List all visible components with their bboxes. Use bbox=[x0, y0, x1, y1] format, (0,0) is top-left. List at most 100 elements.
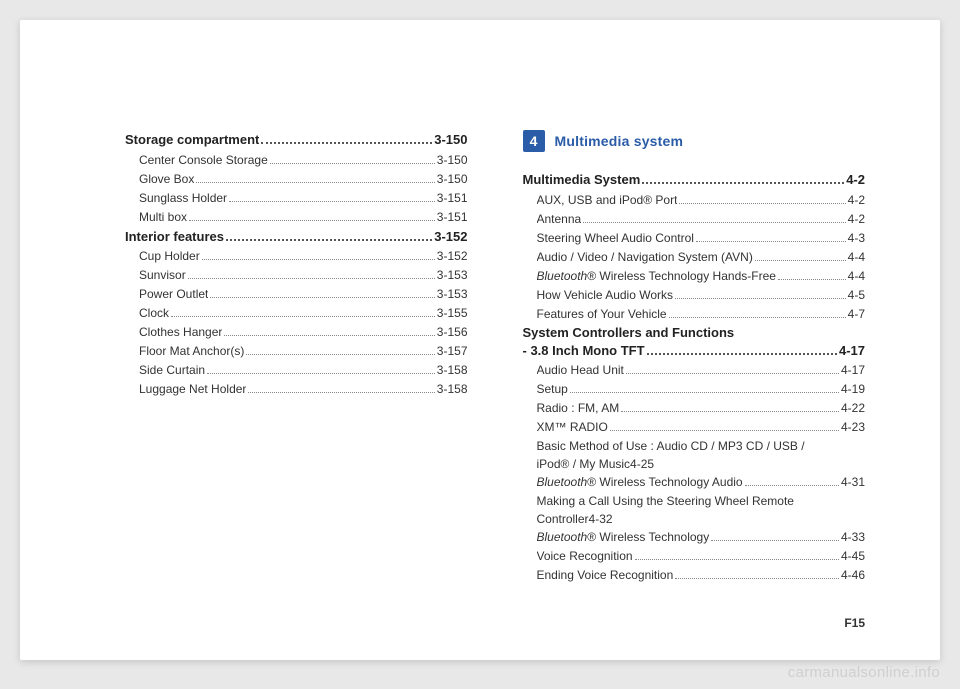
toc-entry-label: XM™ RADIO bbox=[537, 418, 608, 436]
toc-entry-page: 3-157 bbox=[437, 342, 468, 360]
toc-leader-dots bbox=[196, 182, 434, 183]
toc-entry-label: Steering Wheel Audio Control bbox=[537, 229, 694, 247]
toc-sub-entry: Setup 4-19 bbox=[523, 380, 866, 398]
toc-sub-entry: Audio Head Unit4-17 bbox=[523, 361, 866, 379]
toc-leader-dots bbox=[679, 203, 845, 204]
toc-sub-entry: Making a Call Using the Steering Wheel R… bbox=[523, 492, 866, 528]
toc-leader-dots bbox=[210, 297, 434, 298]
toc-entry-page: 4-32 bbox=[589, 510, 613, 528]
toc-entry-label: How Vehicle Audio Works bbox=[537, 286, 674, 304]
toc-leader-dots bbox=[647, 353, 837, 355]
toc-entry-label: Voice Recognition bbox=[537, 547, 633, 565]
toc-leader-dots bbox=[675, 298, 846, 299]
toc-leader-dots bbox=[778, 279, 846, 280]
toc-entry-last-line: Controller4-32 bbox=[537, 510, 866, 528]
toc-entry-page: 3-150 bbox=[437, 151, 468, 169]
toc-sub-entry: Center Console Storage3-150 bbox=[125, 151, 468, 169]
toc-entry-page: 4-5 bbox=[848, 286, 865, 304]
toc-entry-label: Radio : FM, AM bbox=[537, 399, 620, 417]
toc-sub-entry: Glove Box 3-150 bbox=[125, 170, 468, 188]
toc-sub-entry: Luggage Net Holder3-158 bbox=[125, 380, 468, 398]
left-column: Storage compartment 3-150Center Console S… bbox=[125, 130, 468, 585]
toc-entry-label: Features of Your Vehicle bbox=[537, 305, 667, 323]
toc-entry-page: 4-46 bbox=[841, 566, 865, 584]
toc-leader-dots bbox=[248, 392, 434, 393]
right-column: 4 Multimedia system Multimedia System 4-2… bbox=[523, 130, 866, 585]
toc-entry-label: Setup bbox=[537, 380, 568, 398]
toc-entry-page: 4-2 bbox=[846, 170, 865, 190]
section-header: 4 Multimedia system bbox=[523, 130, 866, 152]
toc-entry-page: 3-150 bbox=[434, 130, 467, 150]
toc-entry-page: 4-17 bbox=[841, 361, 865, 379]
toc-entry-label: Storage compartment bbox=[125, 130, 259, 150]
toc-entry-label: Ending Voice Recognition bbox=[537, 566, 674, 584]
toc-entry-page: 4-19 bbox=[841, 380, 865, 398]
toc-leader-dots bbox=[755, 260, 846, 261]
toc-entry-page: 3-155 bbox=[437, 304, 468, 322]
toc-entry-label: Clock bbox=[139, 304, 169, 322]
toc-sub-entry: Cup Holder3-152 bbox=[125, 247, 468, 265]
toc-leader-dots bbox=[583, 222, 845, 223]
toc-entry-label: - 3.8 Inch Mono TFT bbox=[523, 342, 645, 360]
toc-main-entry: Storage compartment 3-150 bbox=[125, 130, 468, 150]
toc-entry-page: 3-152 bbox=[434, 227, 467, 247]
toc-entry-label: Controller bbox=[537, 510, 589, 528]
toc-sub-entry: Sunvisor3-153 bbox=[125, 266, 468, 284]
page-number-footer: F15 bbox=[844, 616, 865, 630]
toc-sub-entry: Ending Voice Recognition 4-46 bbox=[523, 566, 866, 584]
toc-entry-label: Glove Box bbox=[139, 170, 194, 188]
toc-entry-label: Multimedia System bbox=[523, 170, 641, 190]
toc-sub-entry: Bluetooth® Wireless Technology4-33 bbox=[523, 528, 866, 546]
watermark: carmanualsonline.info bbox=[788, 664, 940, 681]
section-title: Multimedia system bbox=[555, 133, 684, 149]
toc-entry-page: 4-22 bbox=[841, 399, 865, 417]
toc-sub-entry: Power Outlet 3-153 bbox=[125, 285, 468, 303]
toc-entry-page: 4-4 bbox=[848, 267, 865, 285]
toc-sub-entry: Multi box3-151 bbox=[125, 208, 468, 226]
toc-entry-page: 3-150 bbox=[437, 170, 468, 188]
toc-entry-label: Power Outlet bbox=[139, 285, 208, 303]
toc-entry-last-line: iPod® / My Music4-25 bbox=[537, 455, 866, 473]
toc-entry-page: 3-158 bbox=[437, 361, 468, 379]
toc-entry-label-line1: Making a Call Using the Steering Wheel R… bbox=[537, 492, 866, 510]
toc-sub-entry: Side Curtain3-158 bbox=[125, 361, 468, 379]
toc-leader-dots bbox=[270, 163, 435, 164]
toc-sub-entry: Floor Mat Anchor(s) 3-157 bbox=[125, 342, 468, 360]
toc-sub-entry: Features of Your Vehicle 4-7 bbox=[523, 305, 866, 323]
toc-entry-label: Sunvisor bbox=[139, 266, 186, 284]
manual-page: Storage compartment 3-150Center Console S… bbox=[20, 20, 940, 660]
toc-entry-label: Antenna bbox=[537, 210, 582, 228]
toc-leader-dots bbox=[224, 335, 434, 336]
toc-sub-entry: Radio : FM, AM 4-22 bbox=[523, 399, 866, 417]
toc-entry-label: Floor Mat Anchor(s) bbox=[139, 342, 244, 360]
toc-entry-label-line1: Basic Method of Use : Audio CD / MP3 CD … bbox=[537, 437, 866, 455]
toc-entry-page: 3-156 bbox=[437, 323, 468, 341]
toc-sub-entry: Basic Method of Use : Audio CD / MP3 CD … bbox=[523, 437, 866, 473]
toc-leader-dots bbox=[202, 259, 435, 260]
toc-sub-entry: Antenna4-2 bbox=[523, 210, 866, 228]
toc-leader-dots bbox=[189, 220, 435, 221]
toc-entry-page: 3-151 bbox=[437, 189, 468, 207]
toc-leader-dots bbox=[745, 485, 839, 486]
toc-sub-entry: Steering Wheel Audio Control4-3 bbox=[523, 229, 866, 247]
toc-entry-page: 3-153 bbox=[437, 285, 468, 303]
toc-entry-page: 4-4 bbox=[848, 248, 865, 266]
toc-entry-label: AUX, USB and iPod® Port bbox=[537, 191, 678, 209]
toc-main-entry: System Controllers and Functions- 3.8 In… bbox=[523, 324, 866, 360]
toc-sub-entry: AUX, USB and iPod® Port 4-2 bbox=[523, 191, 866, 209]
toc-leader-dots bbox=[610, 430, 839, 431]
toc-entry-label: Sunglass Holder bbox=[139, 189, 227, 207]
toc-sub-entry: XM™ RADIO 4-23 bbox=[523, 418, 866, 436]
toc-leader-dots bbox=[188, 278, 435, 279]
toc-entry-page: 4-7 bbox=[848, 305, 865, 323]
toc-entry-last-line: - 3.8 Inch Mono TFT4-17 bbox=[523, 342, 866, 360]
toc-sub-entry: Voice Recognition 4-45 bbox=[523, 547, 866, 565]
toc-leader-dots bbox=[226, 239, 432, 241]
toc-entry-label: Cup Holder bbox=[139, 247, 200, 265]
toc-entry-page: 4-45 bbox=[841, 547, 865, 565]
toc-entry-page: 4-2 bbox=[848, 191, 865, 209]
toc-entry-page: 4-23 bbox=[841, 418, 865, 436]
toc-sub-entry: Clothes Hanger3-156 bbox=[125, 323, 468, 341]
toc-entry-page: 3-151 bbox=[437, 208, 468, 226]
page-content: Storage compartment 3-150Center Console S… bbox=[20, 20, 940, 625]
